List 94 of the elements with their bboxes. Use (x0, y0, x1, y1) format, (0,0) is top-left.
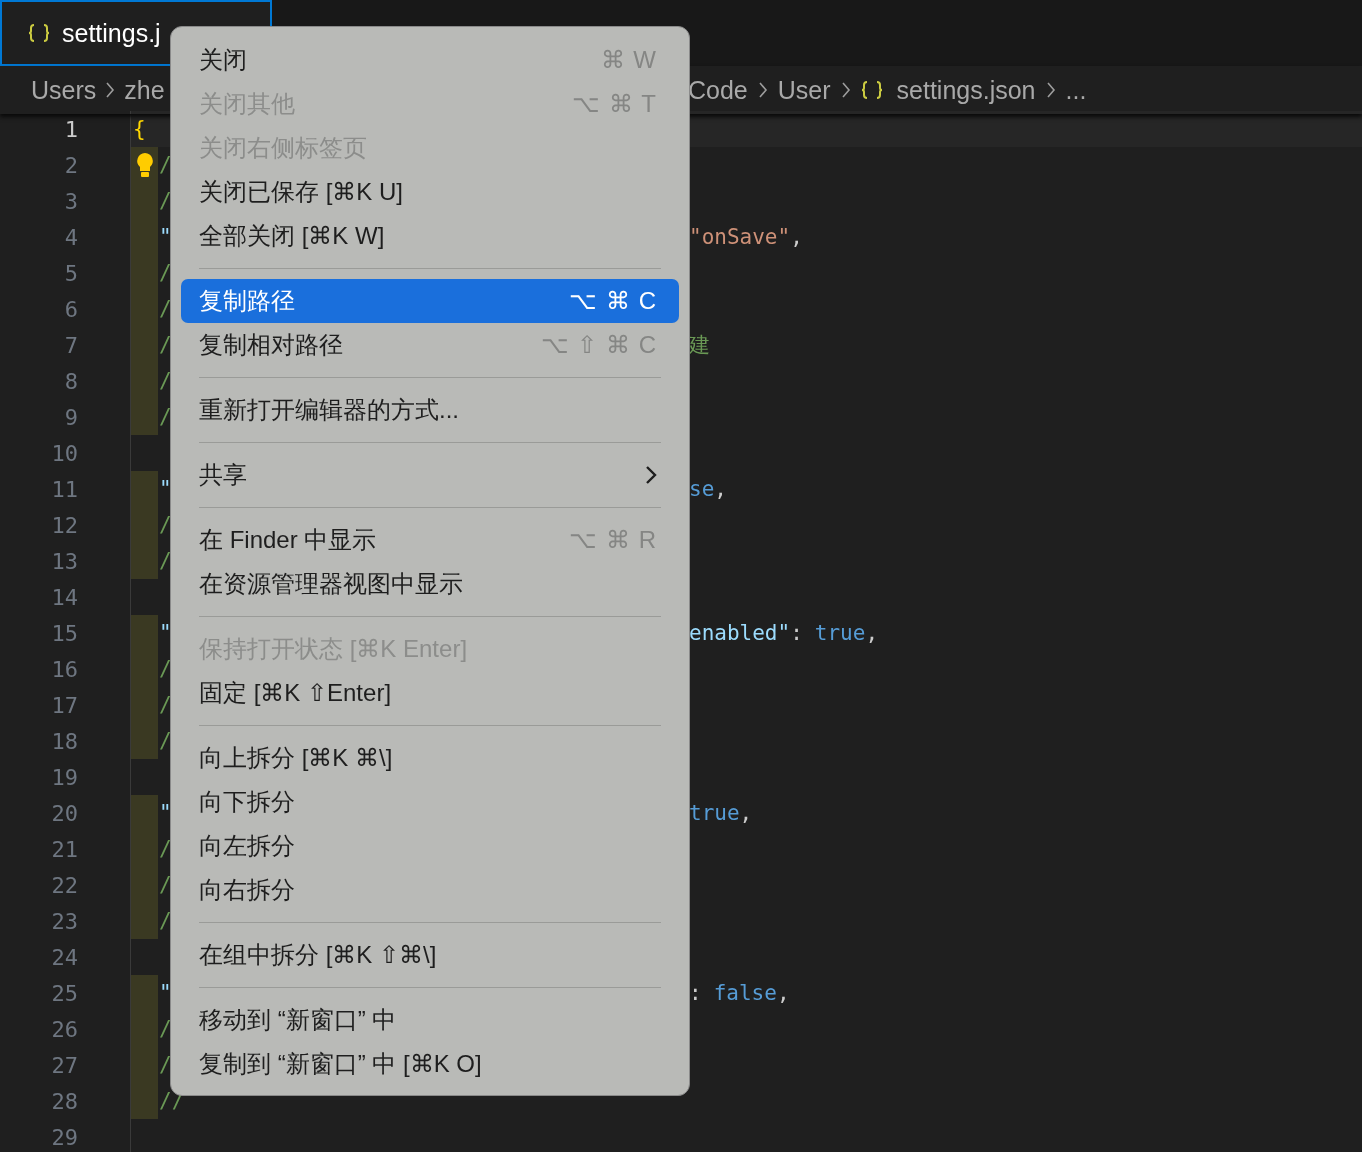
code-comment: / (159, 837, 172, 861)
menu-item[interactable]: 移动到 “新窗口” 中 (181, 998, 679, 1042)
code-key: " (159, 801, 172, 825)
code-keyword: true (689, 801, 740, 825)
chevron-right-icon (105, 81, 116, 99)
menu-item[interactable]: 向下拆分 (181, 780, 679, 824)
chevron-right-icon (645, 465, 657, 485)
code-comment: / (159, 153, 172, 177)
line-number: 7 (63, 332, 78, 358)
code-punctuation: , (739, 801, 753, 825)
code-comment: / (159, 405, 172, 429)
code-comment: / (159, 1017, 172, 1041)
code-comment: / (159, 297, 172, 321)
code-comment: / (159, 873, 172, 897)
line-number: 24 (50, 944, 78, 970)
menu-item[interactable]: 复制路径 ⌥ ⌘ C (181, 279, 679, 323)
line-number: 2 (63, 152, 78, 178)
line-number: 10 (50, 440, 78, 466)
code-punctuation: : (790, 621, 803, 645)
code-comment: / (159, 909, 172, 933)
code-punctuation: : (689, 981, 702, 1005)
line-number: 8 (63, 368, 78, 394)
menu-item[interactable]: 在组中拆分 [⌘K ⇧⌘\] (181, 933, 679, 977)
menu-item[interactable]: 固定 [⌘K ⇧Enter] (181, 671, 679, 715)
brace: { (133, 117, 146, 141)
menu-item[interactable]: 重新打开编辑器的方式... (181, 388, 679, 432)
code-punctuation: , (790, 225, 803, 249)
code-comment: / (159, 693, 172, 717)
breadcrumb-item[interactable]: zhe (124, 75, 165, 105)
line-number: 5 (63, 260, 78, 286)
line-number: 15 (50, 620, 78, 646)
line-number: 13 (50, 548, 78, 574)
line-number: 18 (50, 728, 78, 754)
line-number: 1 (63, 116, 78, 142)
code-comment: / (159, 261, 172, 285)
line-number: 16 (50, 656, 78, 682)
code-key: " (159, 225, 172, 249)
line-number: 27 (50, 1052, 78, 1078)
menu-item[interactable]: 复制到 “新窗口” 中 [⌘K O] (181, 1042, 679, 1086)
code-key: " (159, 477, 172, 501)
code-comment: / (159, 333, 172, 357)
chevron-right-icon (1045, 81, 1056, 99)
line-number: 3 (63, 188, 78, 214)
code-keyword: false (713, 981, 777, 1005)
menu-item[interactable]: 全部关闭 [⌘K W] (181, 214, 679, 258)
line-number: 19 (50, 764, 78, 790)
code-comment: / (159, 189, 172, 213)
code-punctuation: , (865, 621, 879, 645)
menu-item[interactable]: 向上拆分 [⌘K ⌘\] (181, 736, 679, 780)
breadcrumb-item[interactable]: User (777, 75, 831, 105)
line-number: 12 (50, 512, 78, 538)
code-keyword: true (814, 621, 866, 645)
code-comment: / (159, 369, 172, 393)
braces-icon (860, 79, 883, 100)
code-comment: / (159, 1053, 172, 1077)
line-number: 9 (63, 404, 78, 430)
line-number: 11 (50, 476, 78, 502)
breadcrumb-item[interactable]: Users (31, 75, 97, 105)
menu-item[interactable]: 在资源管理器视图中显示 (181, 562, 679, 606)
braces-icon (28, 23, 50, 43)
code-punctuation: , (714, 477, 727, 501)
chevron-right-icon (840, 81, 851, 99)
code-string: "onSave" (689, 225, 791, 249)
code-keyword: se (689, 477, 715, 501)
breadcrumb-item[interactable]: Code (688, 75, 748, 105)
menu-item[interactable]: 关闭已保存 [⌘K U] (181, 170, 679, 214)
line-number: 21 (50, 836, 78, 862)
code-comment: / (159, 657, 172, 681)
line-number: 29 (50, 1124, 78, 1150)
line-number: 25 (50, 980, 78, 1006)
code-comment: / (159, 729, 172, 753)
line-number: 4 (63, 224, 78, 250)
code-key: " (159, 621, 172, 645)
breadcrumb-item[interactable]: ... (1065, 75, 1087, 105)
line-number: 23 (50, 908, 78, 934)
breadcrumb-item[interactable]: settings.json (860, 75, 1036, 105)
code-comment: / (159, 513, 172, 537)
line-number: 26 (50, 1016, 78, 1042)
menu-item[interactable]: 向右拆分 (181, 868, 679, 912)
line-number: 6 (63, 296, 78, 322)
line-number: 20 (50, 800, 78, 826)
code-comment: / (159, 549, 172, 573)
code-punctuation: , (776, 981, 790, 1005)
code-comment: 建 (689, 332, 710, 359)
line-number: 28 (50, 1088, 78, 1114)
line-number: 14 (50, 584, 78, 610)
lightbulb-icon[interactable] (135, 152, 155, 178)
code-key: enabled" (689, 621, 791, 645)
code-key: " (159, 981, 172, 1005)
menu-item[interactable]: 共享 (181, 453, 679, 497)
line-number: 17 (50, 692, 78, 718)
line-number: 22 (50, 872, 78, 898)
menu-item[interactable]: 向左拆分 (181, 824, 679, 868)
chevron-right-icon (757, 81, 768, 99)
